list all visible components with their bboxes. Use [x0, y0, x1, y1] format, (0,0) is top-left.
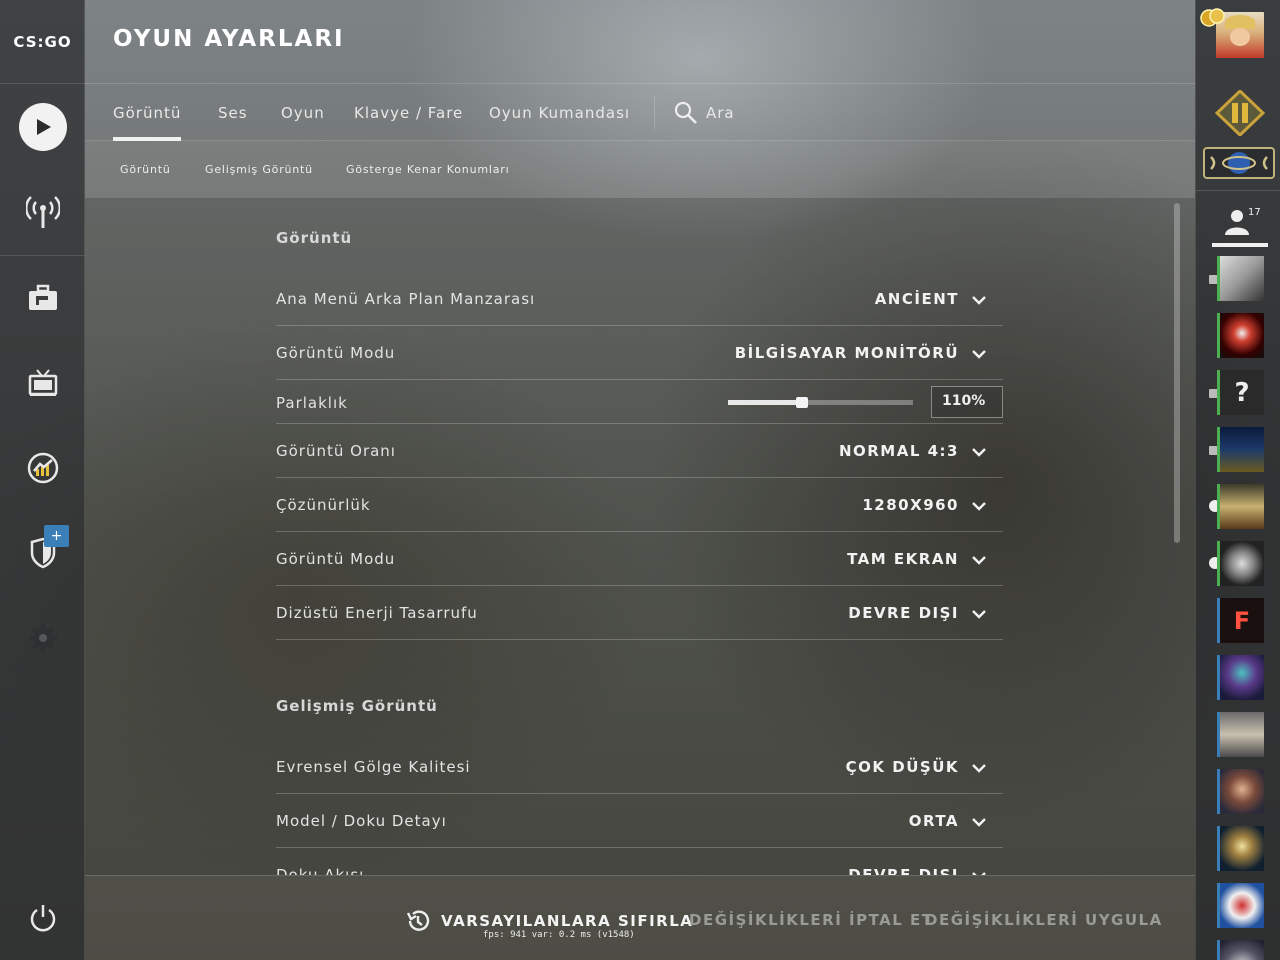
subtab-display[interactable]: Görüntü [120, 163, 171, 176]
setting-value: TAM EKRAN [847, 550, 959, 568]
play-button[interactable] [0, 97, 85, 157]
friend-avatar-unknown[interactable]: ? [1217, 370, 1264, 415]
friends-count: 17 [1248, 207, 1261, 218]
chevron-down-icon [972, 764, 986, 773]
search-label: Ara [706, 103, 735, 122]
brightness-slider[interactable] [728, 397, 913, 408]
tab-display[interactable]: Görüntü [113, 84, 182, 141]
setting-model-texture-detail[interactable]: Model / Doku Detayı ORTA [276, 794, 1003, 848]
chevron-down-icon [972, 556, 986, 565]
settings-button[interactable] [0, 608, 85, 668]
service-medal-icon [1199, 6, 1227, 30]
setting-resolution[interactable]: Çözünürlük 1280X960 [276, 478, 1003, 532]
settings-content: Görüntü Ana Menü Arka Plan Manzarası ANC… [85, 198, 1195, 875]
friend-avatar[interactable] [1217, 256, 1264, 301]
tab-audio[interactable]: Ses [218, 84, 248, 141]
setting-value: ANCİENT [874, 290, 959, 308]
page-title: OYUN AYARLARI [113, 26, 345, 52]
inventory-button[interactable] [0, 268, 85, 328]
setting-main-menu-background[interactable]: Ana Menü Arka Plan Manzarası ANCİENT [276, 272, 1003, 326]
setting-window-mode[interactable]: Görüntü Modu TAM EKRAN [276, 532, 1003, 586]
setting-laptop-power-savings[interactable]: Dizüstü Enerji Tasarrufu DEVRE DIŞI [276, 586, 1003, 640]
setting-display-mode[interactable]: Görüntü Modu BİLGİSAYAR MONİTÖRÜ [276, 326, 1003, 380]
setting-aspect-ratio[interactable]: Görüntü Oranı NORMAL 4:3 [276, 424, 1003, 478]
friend-avatar[interactable] [1217, 655, 1264, 700]
chevron-down-icon [972, 818, 986, 827]
setting-value: BİLGİSAYAR MONİTÖRÜ [734, 344, 959, 362]
friend-avatar[interactable]: F [1217, 598, 1264, 643]
setting-brightness: Parlaklık 110% [276, 380, 1003, 424]
active-tab-indicator [1212, 243, 1268, 247]
friend-avatar[interactable] [1217, 826, 1264, 871]
slider-fill [728, 400, 802, 405]
operation-button[interactable] [0, 523, 85, 583]
footer: VARSAYILANLARA SIFIRLA DEĞİŞİKLİKLERİ İP… [85, 875, 1195, 960]
setting-texture-streaming[interactable]: Doku Akışı DEVRE DIŞI [276, 848, 1003, 875]
csgo-logo[interactable]: CS:GO [0, 0, 85, 84]
tv-icon [28, 369, 57, 396]
apply-changes-button[interactable]: DEĞİŞİKLİKLERİ UYGULA [925, 911, 1163, 929]
history-icon [406, 910, 430, 931]
subtab-hud-edge-positions[interactable]: Gösterge Kenar Konumları [346, 163, 509, 176]
friend-avatar[interactable] [1217, 712, 1264, 757]
setting-value: ÇOK DÜŞÜK [845, 758, 959, 776]
friend-avatar[interactable] [1217, 541, 1264, 586]
sidebar-divider [1196, 190, 1280, 191]
competitive-rank-icon[interactable] [1203, 147, 1275, 179]
antenna-icon [25, 196, 60, 228]
friend-avatar[interactable] [1217, 940, 1264, 960]
chevron-down-icon [972, 502, 986, 511]
setting-value: ORTA [908, 812, 959, 830]
power-icon [30, 905, 55, 932]
question-mark-icon: ? [1234, 377, 1250, 408]
chevron-down-icon [972, 350, 986, 359]
brightness-value-input[interactable]: 110% [931, 386, 1003, 418]
settings-tabs: Görüntü Ses Oyun Klavye / Fare Oyun Kuma… [85, 84, 1195, 141]
search-button[interactable]: Ara [674, 84, 735, 141]
friend-avatar[interactable] [1217, 883, 1264, 928]
watch-button[interactable] [0, 353, 85, 413]
chevron-down-icon [972, 448, 986, 457]
section-title-display: Görüntü [276, 229, 353, 247]
chevron-down-icon [972, 296, 986, 305]
nav-divider [0, 255, 85, 256]
subtabs: Görüntü Gelişmiş Görüntü Gösterge Kenar … [85, 141, 1195, 198]
chevron-down-icon [972, 610, 986, 619]
subtab-advanced-display[interactable]: Gelişmiş Görüntü [205, 163, 313, 176]
setting-value: DEVRE DIŞI [848, 604, 959, 622]
stats-icon [27, 452, 58, 484]
letter-logo-icon: F [1233, 606, 1251, 635]
slider-handle[interactable] [796, 397, 808, 408]
left-nav: CS:GO + [0, 0, 85, 960]
play-icon [18, 103, 67, 151]
friend-avatar[interactable] [1217, 769, 1264, 814]
tab-game[interactable]: Oyun [281, 84, 325, 141]
plus-badge: + [44, 525, 69, 547]
cancel-changes-button[interactable]: DEĞİŞİKLİKLERİ İPTAL ET [689, 911, 934, 929]
tab-keyboard-mouse[interactable]: Klavye / Fare [354, 84, 463, 141]
gear-icon [28, 624, 57, 652]
setting-global-shadow-quality[interactable]: Evrensel Gölge Kalitesi ÇOK DÜŞÜK [276, 740, 1003, 794]
briefcase-icon [28, 284, 57, 310]
setting-value: NORMAL 4:3 [838, 442, 959, 460]
scrollbar[interactable] [1174, 203, 1180, 543]
quit-button[interactable] [0, 888, 85, 948]
broadcast-button[interactable] [0, 182, 85, 242]
right-sidebar: 17 ? F [1195, 0, 1280, 960]
section-title-advanced-display: Gelişmiş Görüntü [276, 697, 438, 715]
stats-button[interactable] [0, 438, 85, 498]
tab-divider [654, 96, 655, 129]
friend-avatar[interactable] [1217, 313, 1264, 358]
setting-value: 1280X960 [862, 496, 959, 514]
friend-avatar[interactable] [1217, 427, 1264, 472]
friends-tab[interactable]: 17 [1212, 205, 1268, 247]
rank-icon[interactable] [1214, 88, 1266, 138]
chevron-down-icon [972, 872, 986, 875]
search-icon [674, 101, 697, 124]
tab-controller[interactable]: Oyun Kumandası [489, 84, 630, 141]
friend-avatar[interactable] [1217, 484, 1264, 529]
setting-value: DEVRE DIŞI [848, 866, 959, 875]
fps-readout: fps: 941 var: 0.2 ms (v1548) [483, 930, 635, 940]
header: OYUN AYARLARI [85, 0, 1195, 84]
